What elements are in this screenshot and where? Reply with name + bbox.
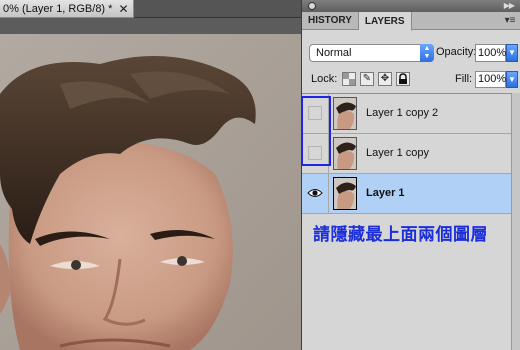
blend-mode-select[interactable]: Normal ▲ ▼ xyxy=(309,44,434,62)
collapse-panel-icon[interactable]: ▶▶ xyxy=(504,1,515,10)
close-document-icon[interactable]: ✕ xyxy=(118,3,128,15)
lock-row: Lock: ✎ ✥ Fill: 100% ▼ xyxy=(302,70,520,90)
layers-scrollbar[interactable] xyxy=(511,93,520,350)
panel-close-dot-icon[interactable] xyxy=(308,2,316,10)
panel-tabs: HISTORY LAYERS ▾≡ xyxy=(302,12,520,31)
canvas-area[interactable] xyxy=(0,18,301,350)
fill-label: Fill: xyxy=(455,73,473,85)
opacity-dropdown-icon[interactable]: ▼ xyxy=(506,44,518,62)
layer-thumbnail xyxy=(333,177,357,210)
blend-row: Normal ▲ ▼ Opacity: 100% ▼ xyxy=(302,44,520,66)
instruction-text: 請隱藏最上面兩個圖層 xyxy=(313,225,488,245)
tab-history[interactable]: HISTORY xyxy=(302,12,359,29)
eye-icon[interactable] xyxy=(307,187,323,199)
panel-menu-icon[interactable]: ▾≡ xyxy=(500,12,520,29)
tab-bar-empty xyxy=(134,0,301,18)
panel-grip[interactable]: ▶▶ xyxy=(302,0,520,12)
move-lock-icon[interactable]: ✥ xyxy=(378,72,392,86)
fill-dropdown-icon[interactable]: ▼ xyxy=(506,71,518,88)
canvas-photo xyxy=(0,34,301,350)
layer-row[interactable]: Layer 1 copy xyxy=(302,134,511,174)
blend-mode-value: Normal xyxy=(316,47,352,59)
tab-history-label: HISTORY xyxy=(308,15,352,26)
padlock-icon[interactable] xyxy=(396,72,410,86)
layer-name: Layer 1 copy 2 xyxy=(366,107,439,119)
highlight-box xyxy=(301,96,331,166)
layer-row[interactable]: Layer 1 xyxy=(302,174,511,214)
layers-panel: ▶▶ HISTORY LAYERS ▾≡ Normal ▲ ▼ Opacity: … xyxy=(301,0,520,350)
transparency-lock-icon[interactable] xyxy=(342,72,356,86)
fill-input[interactable]: 100% xyxy=(475,71,506,88)
layer-name: Layer 1 copy xyxy=(366,147,429,159)
tab-layers[interactable]: LAYERS xyxy=(358,12,412,31)
opacity-label: Opacity: xyxy=(436,46,477,58)
visibility-toggle[interactable] xyxy=(302,174,329,213)
lock-label: Lock: xyxy=(311,73,338,85)
document-title: 0% (Layer 1, RGB/8) * xyxy=(3,2,113,15)
tab-layers-label: LAYERS xyxy=(364,15,405,27)
layer-row[interactable]: Layer 1 copy 2 xyxy=(302,94,511,134)
select-updown-icon[interactable]: ▲ ▼ xyxy=(420,44,434,62)
layer-thumbnail xyxy=(333,97,357,130)
document-tab[interactable]: 0% (Layer 1, RGB/8) * ✕ xyxy=(0,0,134,18)
layer-thumbnail xyxy=(333,137,357,170)
brush-lock-icon[interactable]: ✎ xyxy=(360,72,374,86)
opacity-input[interactable]: 100% xyxy=(475,44,506,62)
layer-name: Layer 1 xyxy=(366,187,405,199)
